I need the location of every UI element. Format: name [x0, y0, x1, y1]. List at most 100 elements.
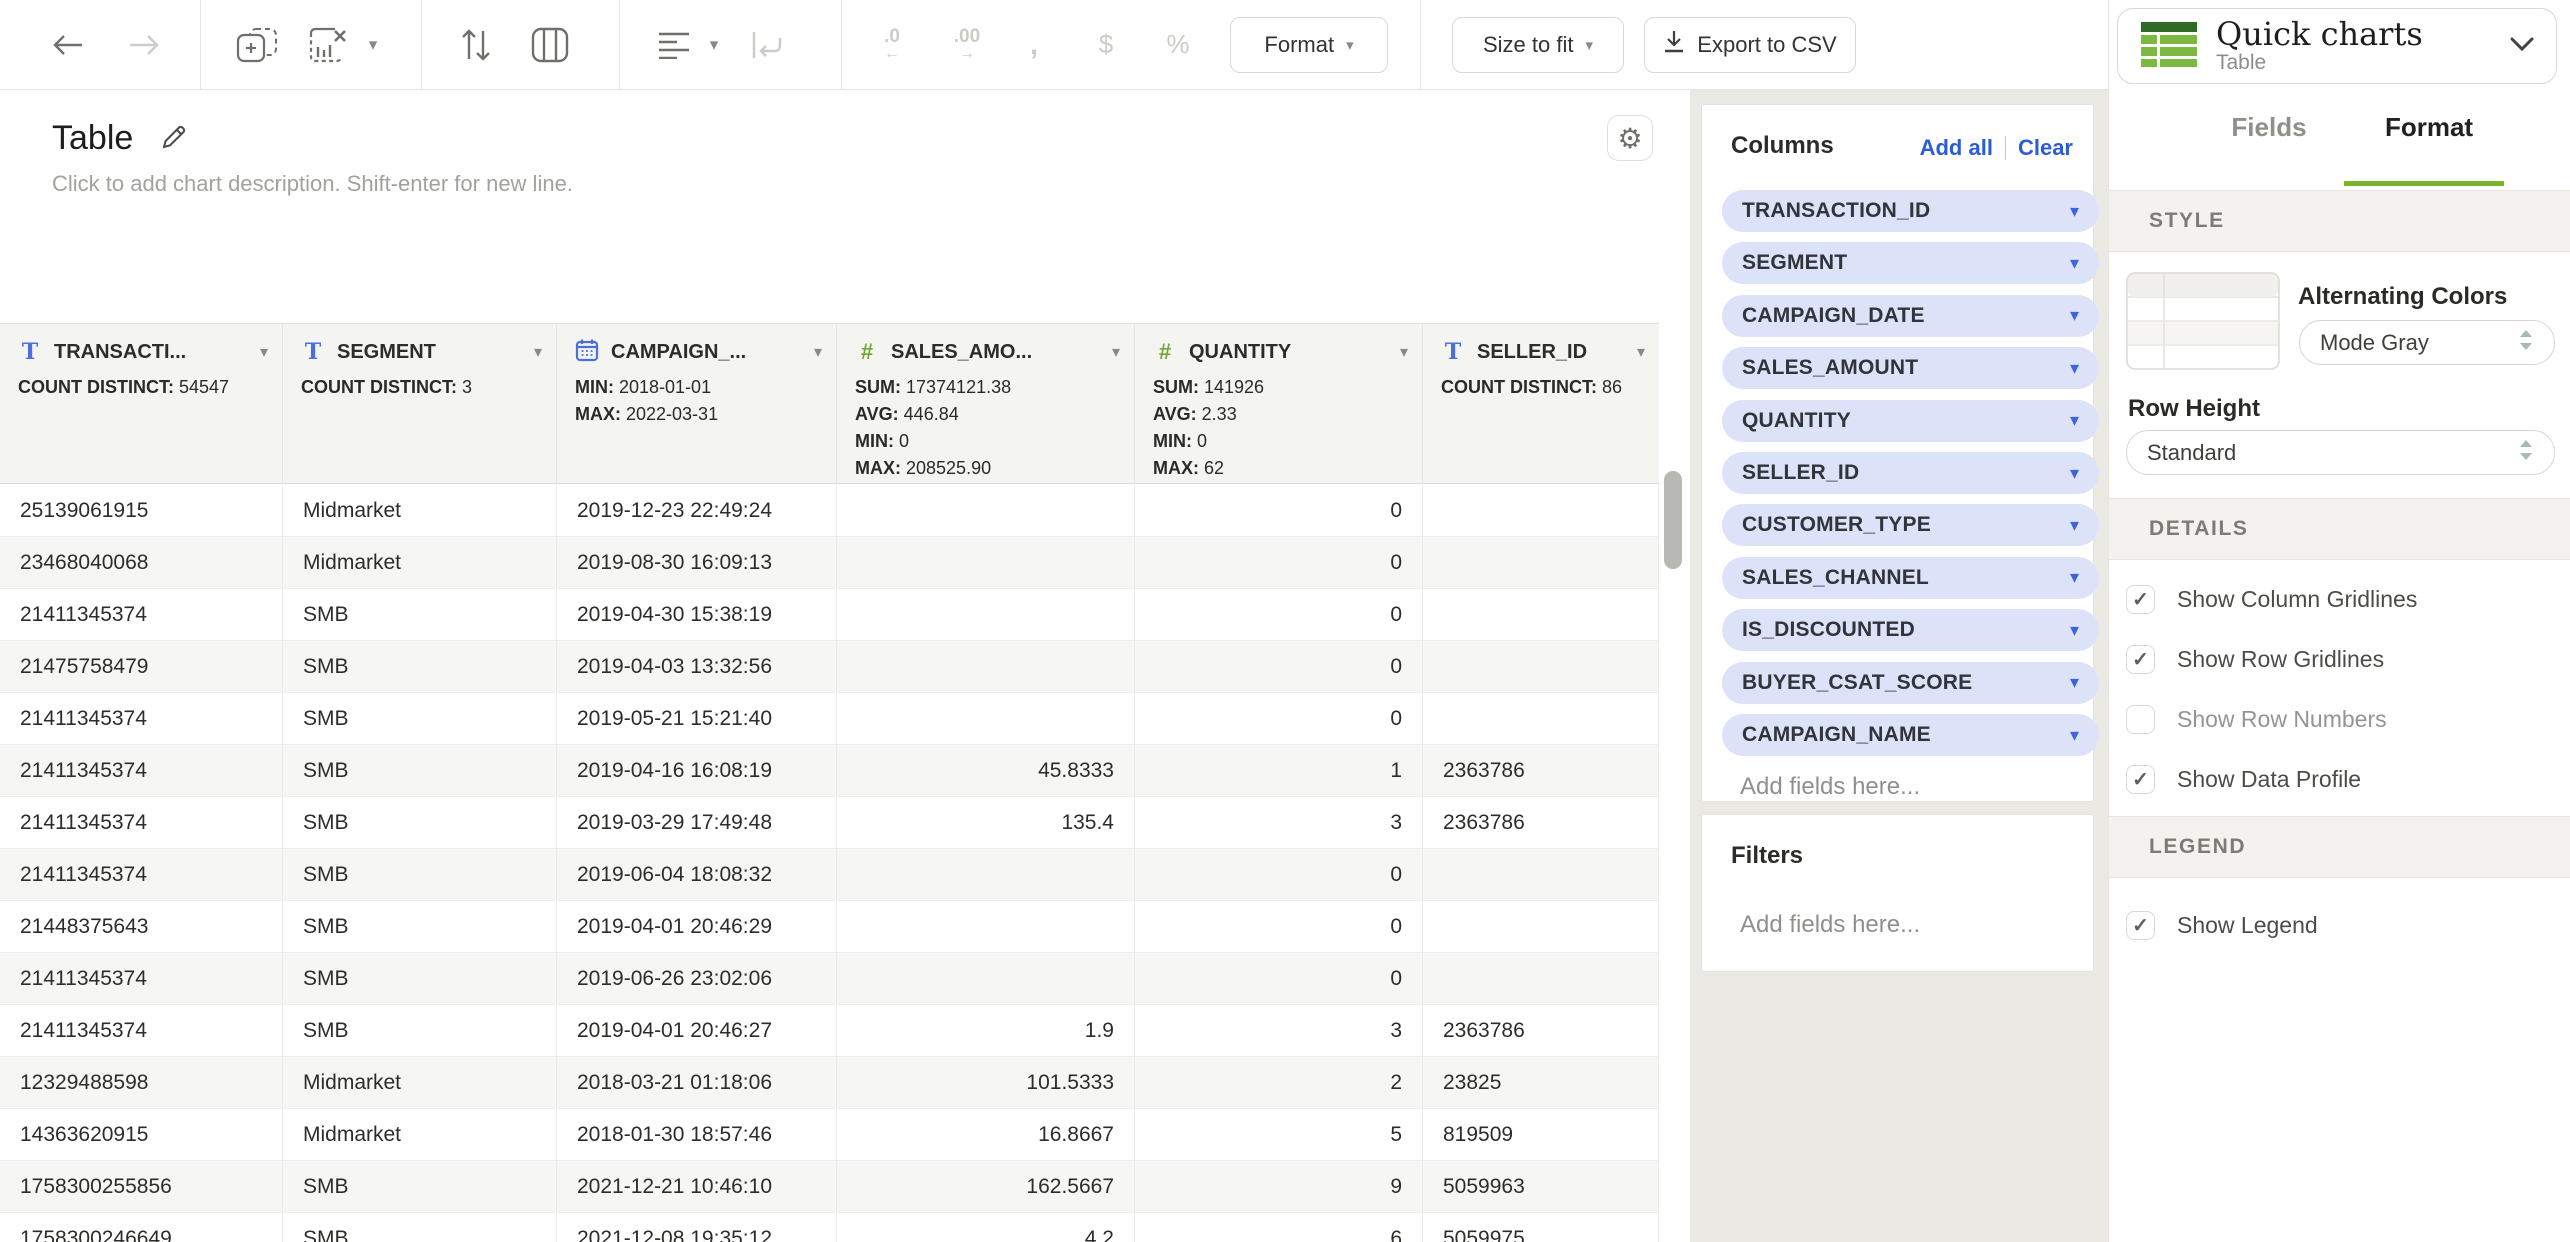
format-dropdown-button[interactable]: Format▾ — [1230, 17, 1388, 73]
field-pill-buyer_csat_score[interactable]: BUYER_CSAT_SCORE▾ — [1722, 662, 2099, 704]
table-cell[interactable]: 5059963 — [1423, 1161, 1659, 1213]
alternating-colors-select[interactable]: Mode Gray — [2299, 320, 2555, 365]
chevron-down-icon[interactable]: ▾ — [2070, 620, 2079, 641]
checkbox-unchecked-icon[interactable] — [2126, 705, 2155, 734]
table-cell[interactable]: SMB — [283, 693, 557, 745]
table-cell[interactable]: 1.9 — [837, 1005, 1135, 1057]
undo-back-icon[interactable] — [46, 0, 90, 89]
table-cell[interactable]: 2019-04-01 20:46:27 — [557, 1005, 837, 1057]
sort-icon[interactable] — [452, 0, 500, 89]
column-header-transaction_id[interactable]: TTRANSACTI...▾COUNT DISTINCT: 54547 — [0, 324, 283, 484]
table-cell[interactable]: SMB — [283, 1005, 557, 1057]
field-pill-sales_channel[interactable]: SALES_CHANNEL▾ — [1722, 557, 2099, 599]
chevron-down-icon[interactable]: ▾ — [2070, 515, 2079, 536]
table-cell[interactable]: 23468040068 — [0, 537, 283, 589]
tab-fields[interactable]: Fields — [2209, 112, 2329, 143]
decrease-decimal-icon[interactable]: .0← — [866, 0, 918, 89]
table-cell[interactable]: 1 — [1135, 745, 1423, 797]
checkbox-row-show-column-gridlines[interactable]: ✓Show Column Gridlines — [2126, 584, 2556, 614]
chevron-down-icon[interactable]: ▾ — [2070, 672, 2079, 693]
chevron-down-icon[interactable]: ▾ — [2070, 410, 2079, 431]
checkbox-row-show-data-profile[interactable]: ✓Show Data Profile — [2126, 764, 2556, 794]
table-cell[interactable]: 21448375643 — [0, 901, 283, 953]
table-cell[interactable]: 0 — [1135, 849, 1423, 901]
table-cell[interactable] — [1423, 901, 1659, 953]
field-pill-quantity[interactable]: QUANTITY▾ — [1722, 400, 2099, 442]
table-cell[interactable]: SMB — [283, 589, 557, 641]
table-cell[interactable]: 21411345374 — [0, 953, 283, 1005]
table-cell[interactable]: 3 — [1135, 797, 1423, 849]
table-cell[interactable]: 0 — [1135, 641, 1423, 693]
table-row[interactable]: 25139061915Midmarket2019-12-23 22:49:240 — [0, 485, 1659, 537]
filters-add-fields-placeholder[interactable]: Add fields here... — [1740, 911, 1920, 939]
add-all-link[interactable]: Add all — [1920, 135, 1993, 161]
chart-description-placeholder[interactable]: Click to add chart description. Shift-en… — [52, 171, 573, 197]
table-row[interactable]: 21411345374SMB2019-06-26 23:02:060 — [0, 953, 1659, 1005]
table-cell[interactable] — [1423, 693, 1659, 745]
chevron-down-icon[interactable]: ▾ — [2070, 253, 2079, 274]
checkbox-checked-icon[interactable]: ✓ — [2126, 645, 2155, 674]
size-to-fit-button[interactable]: Size to fit▾ — [1452, 17, 1624, 73]
table-cell[interactable]: 819509 — [1423, 1109, 1659, 1161]
table-cell[interactable]: 0 — [1135, 901, 1423, 953]
field-pill-customer_type[interactable]: CUSTOMER_TYPE▾ — [1722, 504, 2099, 546]
column-header-quantity[interactable]: #QUANTITY▾SUM: 141926AVG: 2.33MIN: 0MAX:… — [1135, 324, 1423, 484]
table-cell[interactable]: SMB — [283, 745, 557, 797]
table-cell[interactable]: 2019-04-16 16:08:19 — [557, 745, 837, 797]
checkbox-row-show-row-gridlines[interactable]: ✓Show Row Gridlines — [2126, 644, 2556, 674]
table-cell[interactable] — [1423, 849, 1659, 901]
column-settings-icon[interactable] — [526, 0, 574, 89]
checkbox-checked-icon[interactable]: ✓ — [2126, 911, 2155, 940]
table-cell[interactable]: SMB — [283, 953, 557, 1005]
checkbox-row-show-legend[interactable]: ✓Show Legend — [2126, 910, 2556, 940]
table-cell[interactable]: SMB — [283, 849, 557, 901]
table-cell[interactable]: Midmarket — [283, 537, 557, 589]
table-row[interactable]: 21411345374SMB2019-06-04 18:08:320 — [0, 849, 1659, 901]
table-cell[interactable]: 12329488598 — [0, 1057, 283, 1109]
table-cell[interactable]: 2019-12-23 22:49:24 — [557, 485, 837, 537]
redo-forward-icon[interactable] — [122, 0, 166, 89]
table-cell[interactable]: 5059975 — [1423, 1213, 1659, 1242]
chevron-down-icon[interactable]: ▾ — [1400, 342, 1408, 362]
table-cell[interactable] — [1423, 485, 1659, 537]
table-cell[interactable]: 0 — [1135, 589, 1423, 641]
table-cell[interactable]: 2018-01-30 18:57:46 — [557, 1109, 837, 1161]
page-title[interactable]: Table — [52, 119, 133, 158]
chevron-down-icon[interactable]: ▾ — [2070, 358, 2079, 379]
table-cell[interactable] — [837, 849, 1135, 901]
table-cell[interactable]: 135.4 — [837, 797, 1135, 849]
table-cell[interactable]: 6 — [1135, 1213, 1423, 1242]
checkbox-checked-icon[interactable]: ✓ — [2126, 585, 2155, 614]
table-cell[interactable]: 2019-06-26 23:02:06 — [557, 953, 837, 1005]
text-wrap-icon[interactable] — [745, 0, 789, 89]
table-row[interactable]: 21411345374SMB2019-05-21 15:21:400 — [0, 693, 1659, 745]
table-cell[interactable]: 21475758479 — [0, 641, 283, 693]
edit-title-pencil-icon[interactable] — [160, 123, 188, 156]
table-cell[interactable] — [1423, 641, 1659, 693]
table-cell[interactable]: 4.2 — [837, 1213, 1135, 1242]
table-row[interactable]: 1758300246649SMB2021-12-08 19:35:124.265… — [0, 1213, 1659, 1242]
table-cell[interactable]: 2018-03-21 01:18:06 — [557, 1057, 837, 1109]
table-row[interactable]: 1758300255856SMB2021-12-21 10:46:10162.5… — [0, 1161, 1659, 1213]
field-pill-is_discounted[interactable]: IS_DISCOUNTED▾ — [1722, 609, 2099, 651]
export-to-csv-button[interactable]: Export to CSV — [1644, 17, 1856, 73]
table-cell[interactable]: 162.5667 — [837, 1161, 1135, 1213]
checkbox-row-show-row-numbers[interactable]: Show Row Numbers — [2126, 704, 2556, 734]
table-cell[interactable]: 2363786 — [1423, 797, 1659, 849]
table-row[interactable]: 14363620915Midmarket2018-01-30 18:57:461… — [0, 1109, 1659, 1161]
comma-format-icon[interactable]: , — [1012, 0, 1056, 89]
tab-format[interactable]: Format — [2369, 112, 2489, 143]
table-cell[interactable]: SMB — [283, 797, 557, 849]
table-row[interactable]: 21411345374SMB2019-04-01 20:46:271.93236… — [0, 1005, 1659, 1057]
align-left-icon[interactable] — [652, 0, 696, 89]
chevron-down-icon[interactable]: ▾ — [2070, 567, 2079, 588]
table-cell[interactable]: SMB — [283, 901, 557, 953]
field-pill-segment[interactable]: SEGMENT▾ — [1722, 242, 2099, 284]
table-cell[interactable]: 21411345374 — [0, 693, 283, 745]
table-cell[interactable] — [837, 589, 1135, 641]
vertical-scrollbar[interactable] — [1664, 471, 1682, 569]
delete-chart-icon[interactable] — [305, 0, 351, 89]
table-cell[interactable]: SMB — [283, 1161, 557, 1213]
settings-button[interactable]: ⚙ — [1607, 115, 1653, 161]
table-row[interactable]: 21448375643SMB2019-04-01 20:46:290 — [0, 901, 1659, 953]
